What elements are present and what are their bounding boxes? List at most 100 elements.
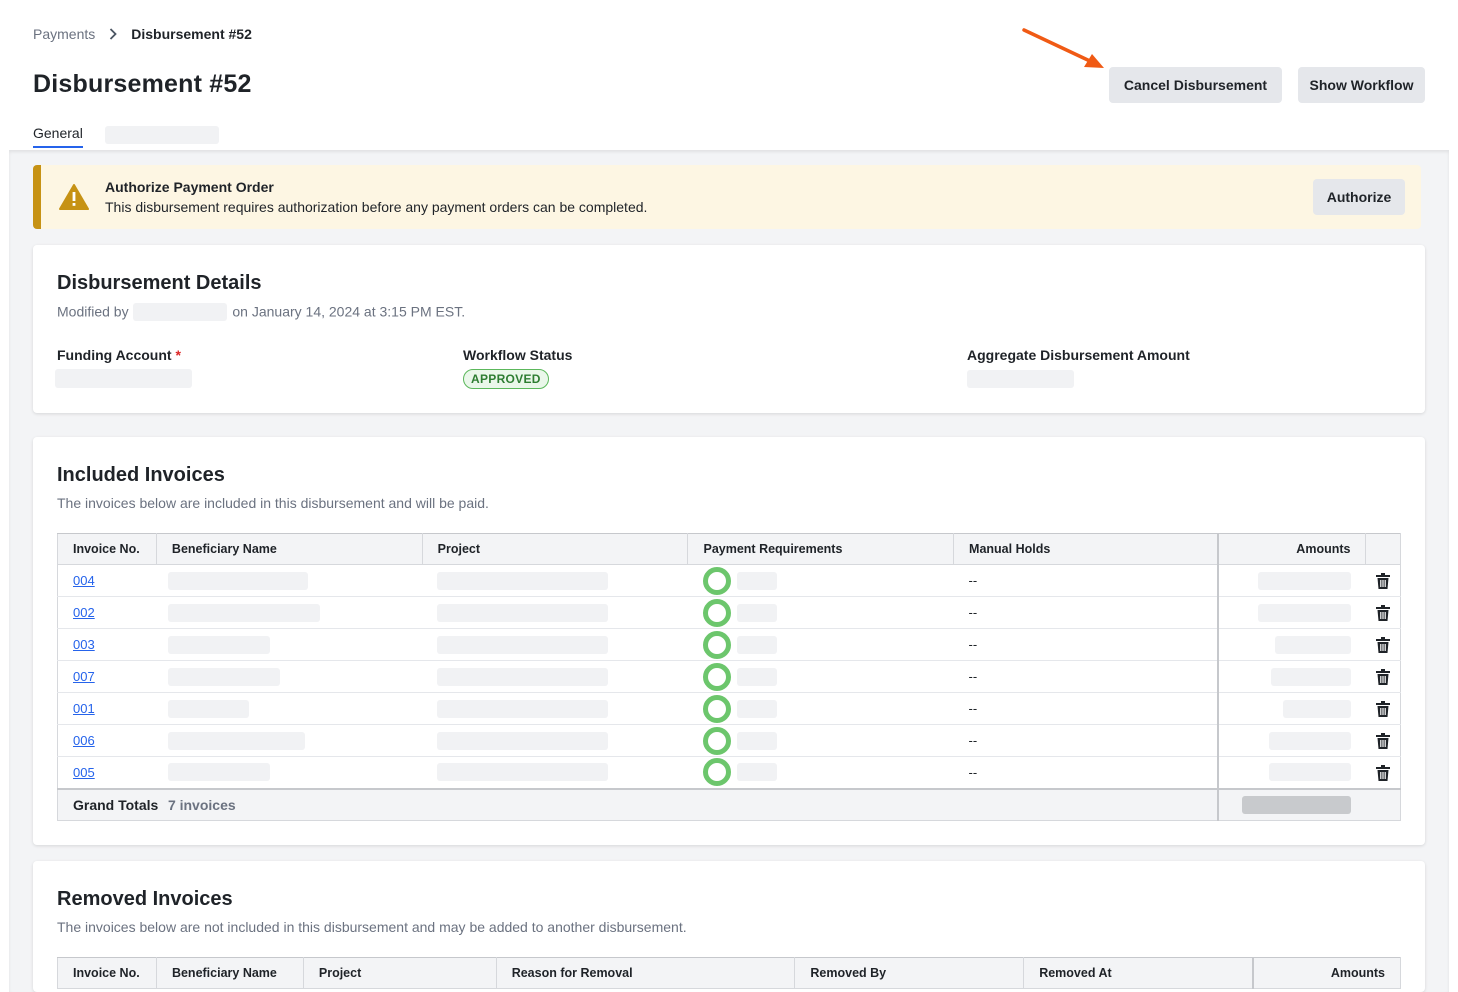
- included-invoices-table: Invoice No. Beneficiary Name Project Pay…: [57, 533, 1401, 821]
- grand-total-redacted: [1241, 795, 1351, 814]
- page-title: Disbursement #52: [33, 70, 252, 98]
- modified-by-text: Modified by on January 14, 2024 at 3:15 …: [57, 303, 465, 323]
- requirement-redacted: [736, 731, 777, 750]
- manual-holds-value: --: [953, 564, 1218, 597]
- requirement-redacted: [736, 635, 777, 654]
- amount-redacted: [1270, 667, 1351, 686]
- modified-by-redacted: [133, 303, 228, 321]
- trash-icon[interactable]: [1375, 700, 1390, 717]
- trash-icon[interactable]: [1375, 636, 1390, 653]
- requirement-status-icon: [702, 630, 731, 659]
- alert-title: Authorize Payment Order: [105, 179, 274, 195]
- tab-general[interactable]: General: [33, 125, 83, 148]
- table-row: 006 --: [57, 724, 1401, 757]
- table-row: 007 --: [57, 660, 1401, 693]
- table-row: 002 --: [57, 596, 1401, 629]
- col-removed-by[interactable]: Removed By: [794, 957, 1025, 989]
- cancel-disbursement-button[interactable]: Cancel Disbursement: [1109, 67, 1282, 103]
- requirement-status-icon: [702, 662, 731, 691]
- table-header-row: Invoice No. Beneficiary Name Project Rea…: [57, 957, 1401, 989]
- col-beneficiary[interactable]: Beneficiary Name: [155, 533, 423, 565]
- manual-holds-value: --: [953, 692, 1218, 725]
- amount-redacted: [1268, 731, 1351, 750]
- amount-redacted: [1268, 763, 1351, 782]
- table-row: 001 --: [57, 692, 1401, 725]
- modified-prefix: Modified by: [57, 303, 129, 320]
- table-header-row: Invoice No. Beneficiary Name Project Pay…: [57, 533, 1401, 565]
- beneficiary-redacted: [168, 731, 306, 750]
- manual-holds-value: --: [953, 596, 1218, 629]
- project-redacted: [437, 635, 609, 654]
- col-amounts[interactable]: Amounts: [1251, 957, 1401, 989]
- invoice-link[interactable]: 005: [73, 765, 95, 780]
- required-mark: *: [175, 347, 181, 363]
- col-invoice-no[interactable]: Invoice No.: [57, 533, 157, 565]
- breadcrumb: Payments Disbursement #52: [33, 26, 252, 42]
- included-subtitle: The invoices below are included in this …: [57, 495, 489, 511]
- col-project[interactable]: Project: [302, 957, 497, 989]
- invoice-link[interactable]: 006: [73, 733, 95, 748]
- invoice-link[interactable]: 002: [73, 605, 95, 620]
- invoice-link[interactable]: 001: [73, 701, 95, 716]
- col-invoice-no[interactable]: Invoice No.: [57, 957, 157, 989]
- project-redacted: [437, 699, 609, 718]
- breadcrumb-current: Disbursement #52: [131, 26, 252, 42]
- table-row: 004 --: [57, 564, 1401, 597]
- project-redacted: [437, 571, 609, 590]
- modified-suffix: on January 14, 2024 at 3:15 PM EST.: [232, 303, 466, 320]
- removed-title: Removed Invoices: [57, 888, 233, 910]
- project-redacted: [437, 763, 609, 782]
- requirement-redacted: [736, 667, 777, 686]
- requirement-status-icon: [702, 566, 731, 595]
- table-row: 005 --: [57, 756, 1401, 789]
- manual-holds-value: --: [953, 628, 1218, 661]
- trash-icon[interactable]: [1375, 732, 1390, 749]
- removed-subtitle: The invoices below are not included in t…: [57, 919, 687, 935]
- funding-account-label: Funding Account *: [57, 347, 181, 363]
- details-title: Disbursement Details: [57, 272, 262, 294]
- trash-icon[interactable]: [1375, 604, 1390, 621]
- workflow-status-badge: APPROVED: [463, 369, 549, 389]
- alert-text: This disbursement requires authorization…: [105, 199, 648, 215]
- invoice-link[interactable]: 003: [73, 637, 95, 652]
- col-manual-holds[interactable]: Manual Holds: [953, 533, 1219, 565]
- trash-icon[interactable]: [1375, 764, 1390, 781]
- col-payment-requirements[interactable]: Payment Requirements: [687, 533, 955, 565]
- amount-redacted: [1282, 699, 1351, 718]
- manual-holds-value: --: [953, 756, 1218, 789]
- trash-icon[interactable]: [1375, 668, 1390, 685]
- col-reason[interactable]: Reason for Removal: [495, 957, 796, 989]
- aggregate-amount-label: Aggregate Disbursement Amount: [967, 347, 1190, 363]
- removed-invoices-table: Invoice No. Beneficiary Name Project Rea…: [57, 957, 1401, 989]
- grand-totals-row: Grand Totals 7 invoices: [57, 787, 1401, 821]
- requirement-redacted: [736, 603, 777, 622]
- project-redacted: [437, 603, 609, 622]
- page-header: Payments Disbursement #52 Disbursement #…: [0, 0, 1458, 150]
- amount-redacted: [1257, 571, 1351, 590]
- tab-redacted[interactable]: [104, 126, 219, 144]
- col-removed-at[interactable]: Removed At: [1023, 957, 1254, 989]
- removed-invoices-card: Removed Invoices The invoices below are …: [33, 861, 1425, 992]
- tab-bar: General: [33, 125, 219, 148]
- invoice-link[interactable]: 007: [73, 669, 95, 684]
- authorization-alert: Authorize Payment Order This disbursemen…: [33, 165, 1421, 229]
- trash-icon[interactable]: [1375, 572, 1390, 589]
- invoice-link[interactable]: 004: [73, 573, 95, 588]
- col-beneficiary[interactable]: Beneficiary Name: [155, 957, 304, 989]
- project-redacted: [437, 731, 609, 750]
- funding-account-value-redacted: [55, 369, 192, 388]
- col-actions: [1365, 533, 1401, 565]
- warning-icon: [59, 184, 89, 210]
- chevron-right-icon: [109, 28, 118, 40]
- authorize-button[interactable]: Authorize: [1313, 179, 1405, 215]
- requirement-redacted: [736, 699, 777, 718]
- breadcrumb-payments-link[interactable]: Payments: [33, 26, 95, 42]
- col-project[interactable]: Project: [421, 533, 689, 565]
- show-workflow-button[interactable]: Show Workflow: [1298, 67, 1425, 103]
- manual-holds-value: --: [953, 660, 1218, 693]
- col-amounts[interactable]: Amounts: [1217, 533, 1367, 565]
- invoice-count: 7 invoices: [167, 796, 236, 813]
- funding-account-label-text: Funding Account: [57, 347, 172, 363]
- amount-redacted: [1257, 603, 1351, 622]
- manual-holds-value: --: [953, 724, 1218, 757]
